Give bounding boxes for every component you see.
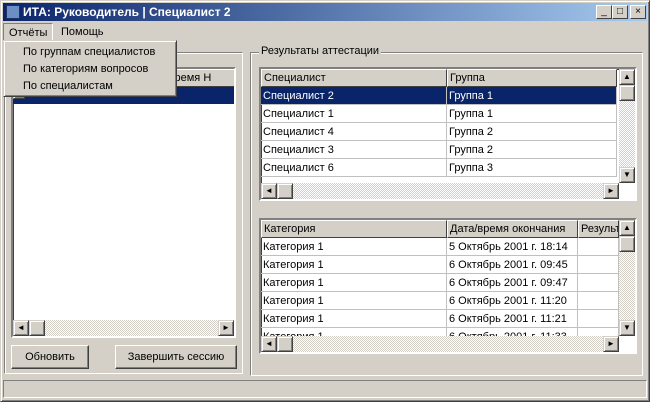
- scroll-thumb[interactable]: [277, 336, 293, 352]
- table-cell: Группа 2: [447, 141, 617, 159]
- scroll-down-button[interactable]: ▼: [619, 320, 635, 336]
- scroll-up-button[interactable]: ▲: [619, 69, 635, 85]
- table-cell: Специалист 1: [261, 105, 447, 123]
- categories-grid: Категория Дата/время окончания Результ К…: [259, 218, 637, 354]
- title-bar: ИТА: Руководитель | Специалист 2: [3, 3, 647, 21]
- table-row[interactable]: Специалист 1 Группа 1: [261, 105, 617, 123]
- menu-item-by-specialists[interactable]: По специалистам: [4, 78, 176, 95]
- table-cell: Категория 1: [261, 238, 447, 256]
- table-cell: Категория 1: [261, 256, 447, 274]
- table-row[interactable]: Специалист 2 Группа 1: [261, 87, 617, 105]
- table-cell: Группа 1: [447, 105, 617, 123]
- sessions-group: а/Время Н ◄ ► Обновить Завершить сессию: [4, 52, 243, 374]
- window-title: ИТА: Руководитель | Специалист 2: [23, 5, 231, 19]
- scroll-left-button[interactable]: ◄: [261, 183, 277, 199]
- reports-dropdown: По группам специалистов По категориям во…: [3, 40, 177, 97]
- table-row[interactable]: Категория 16 Октябрь 2001 г. 09:47: [261, 274, 619, 292]
- table-row[interactable]: Категория 15 Октябрь 2001 г. 18:14: [261, 238, 619, 256]
- maximize-button[interactable]: □: [612, 5, 628, 19]
- specialists-grid: Специалист Группа Специалист 2 Группа 1 Сп…: [259, 67, 637, 201]
- categories-rows: Категория 15 Октябрь 2001 г. 18:14 Катего…: [261, 238, 619, 346]
- table-cell: Категория 1: [261, 292, 447, 310]
- sessions-list: а/Время Н ◄ ►: [11, 67, 236, 338]
- column-header-result[interactable]: Результ: [578, 220, 619, 238]
- table-cell: [578, 256, 619, 274]
- table-row[interactable]: Специалист 3 Группа 2: [261, 141, 617, 159]
- table-cell: 6 Октябрь 2001 г. 11:21: [447, 310, 578, 328]
- table-cell: Специалист 6: [261, 159, 447, 177]
- horizontal-scrollbar[interactable]: [13, 320, 234, 336]
- table-row[interactable]: Категория 16 Октябрь 2001 г. 11:21: [261, 310, 619, 328]
- table-cell: Специалист 4: [261, 123, 447, 141]
- scroll-down-button[interactable]: ▼: [619, 167, 635, 183]
- scroll-right-button[interactable]: ►: [603, 183, 619, 199]
- results-group-title: Результаты аттестации: [259, 45, 382, 57]
- menu-item-by-groups[interactable]: По группам специалистов: [4, 44, 176, 61]
- results-group: Результаты аттестации Специалист Группа …: [250, 45, 643, 376]
- minimize-button[interactable]: _: [596, 5, 612, 19]
- table-cell: 6 Октябрь 2001 г. 09:47: [447, 274, 578, 292]
- scroll-up-button[interactable]: ▲: [619, 220, 635, 236]
- column-header-specialist[interactable]: Специалист: [261, 69, 447, 87]
- table-cell: Специалист 3: [261, 141, 447, 159]
- table-row[interactable]: Специалист 4 Группа 2: [261, 123, 617, 141]
- column-header-category[interactable]: Категория: [261, 220, 447, 238]
- scroll-right-button[interactable]: ►: [603, 336, 619, 352]
- table-cell: Категория 1: [261, 310, 447, 328]
- scroll-left-button[interactable]: ◄: [261, 336, 277, 352]
- specialists-rows: Специалист 2 Группа 1 Специалист 1 Группа 1…: [261, 87, 617, 177]
- table-cell: [578, 238, 619, 256]
- table-row[interactable]: Категория 16 Октябрь 2001 г. 09:45: [261, 256, 619, 274]
- refresh-button[interactable]: Обновить: [11, 345, 89, 369]
- status-bar: [3, 380, 647, 398]
- horizontal-scrollbar[interactable]: [261, 336, 619, 352]
- column-header-end-date[interactable]: Дата/время окончания: [447, 220, 578, 238]
- scroll-thumb[interactable]: [619, 85, 635, 101]
- column-header-group[interactable]: Группа: [447, 69, 617, 87]
- table-cell: Группа 3: [447, 159, 617, 177]
- menu-help[interactable]: Помощь: [56, 23, 109, 41]
- close-button[interactable]: ×: [630, 5, 646, 19]
- scroll-left-button[interactable]: ◄: [13, 320, 29, 336]
- menu-bar: Отчёты Помощь: [3, 22, 647, 41]
- table-cell: [578, 292, 619, 310]
- table-cell: Категория 1: [261, 274, 447, 292]
- table-cell: Специалист 2: [261, 87, 447, 105]
- scroll-right-button[interactable]: ►: [218, 320, 234, 336]
- menu-reports[interactable]: Отчёты: [3, 23, 54, 41]
- table-cell: [578, 274, 619, 292]
- horizontal-scrollbar[interactable]: [261, 183, 619, 199]
- scroll-thumb[interactable]: [619, 236, 635, 252]
- table-cell: 5 Октябрь 2001 г. 18:14: [447, 238, 578, 256]
- table-cell: Группа 1: [447, 87, 617, 105]
- table-row[interactable]: Категория 16 Октябрь 2001 г. 11:20: [261, 292, 619, 310]
- table-cell: 6 Октябрь 2001 г. 11:20: [447, 292, 578, 310]
- table-row[interactable]: Специалист 6 Группа 3: [261, 159, 617, 177]
- app-icon: [6, 5, 20, 19]
- scroll-thumb[interactable]: [29, 320, 45, 336]
- end-session-button[interactable]: Завершить сессию: [115, 345, 237, 369]
- menu-item-by-categories[interactable]: По категориям вопросов: [4, 61, 176, 78]
- scroll-thumb[interactable]: [277, 183, 293, 199]
- table-cell: [578, 310, 619, 328]
- table-cell: 6 Октябрь 2001 г. 09:45: [447, 256, 578, 274]
- table-cell: Группа 2: [447, 123, 617, 141]
